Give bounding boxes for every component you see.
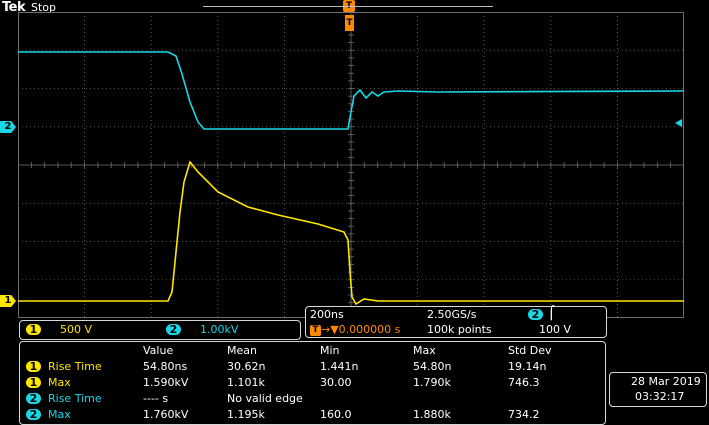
row-mean: 1.101k bbox=[227, 376, 265, 389]
date: 28 Mar 2019 bbox=[631, 375, 701, 388]
row-mean: 30.62n bbox=[227, 360, 266, 373]
measurement-table[interactable]: Value Mean Min Max Std Dev 1 Rise Time 5… bbox=[19, 341, 606, 425]
time: 03:32:17 bbox=[635, 390, 685, 403]
trigger-source-badge[interactable]: 2 bbox=[528, 309, 543, 320]
channel-1-marker-label: 1 bbox=[4, 295, 12, 306]
row-std-dev: 19.14n bbox=[508, 360, 547, 373]
row-min: 30.00 bbox=[320, 376, 352, 389]
header-min: Min bbox=[320, 344, 340, 357]
channel-scale-box[interactable]: 1 500 V 2 1.00kV bbox=[19, 320, 301, 340]
horizontal-position-bar bbox=[203, 6, 493, 7]
row-value: 54.80ns bbox=[143, 360, 188, 373]
row-name: Max bbox=[48, 376, 71, 389]
trigger-level: 100 V bbox=[539, 323, 572, 336]
row-name: Rise Time bbox=[48, 360, 102, 373]
header-max: Max bbox=[413, 344, 436, 357]
header-std-dev: Std Dev bbox=[508, 344, 552, 357]
row-value: ---- s bbox=[143, 392, 169, 405]
sample-rate: 2.50GS/s bbox=[427, 308, 477, 321]
channel-1-scale: 500 V bbox=[60, 323, 93, 336]
row-std-dev: 746.3 bbox=[508, 376, 540, 389]
row-channel-badge: 2 bbox=[26, 393, 41, 404]
channel-1-badge[interactable]: 1 bbox=[26, 324, 41, 335]
row-max: 1.790k bbox=[413, 376, 451, 389]
row-max: 54.80n bbox=[413, 360, 452, 373]
rising-edge-icon: ⌠ bbox=[548, 306, 555, 321]
row-min: 1.441n bbox=[320, 360, 359, 373]
row-mean: 1.195k bbox=[227, 408, 265, 421]
row-channel-badge: 1 bbox=[26, 361, 41, 372]
channel-2-badge[interactable]: 2 bbox=[166, 324, 181, 335]
waveform-display bbox=[18, 12, 684, 318]
trigger-stem-label: T bbox=[346, 18, 353, 28]
channel-1-ground-marker[interactable]: 1 bbox=[0, 295, 16, 307]
channel-2-ground-marker[interactable]: 2 bbox=[0, 121, 16, 133]
channel-2-marker-label: 2 bbox=[4, 121, 12, 132]
record-length: 100k points bbox=[427, 323, 492, 336]
row-channel-badge: 2 bbox=[26, 409, 41, 420]
row-value: 1.760kV bbox=[143, 408, 189, 421]
trigger-position-readout: T →▼0.000000 s bbox=[310, 323, 400, 337]
channel-2-scale: 1.00kV bbox=[200, 323, 239, 336]
row-min: 160.0 bbox=[320, 408, 352, 421]
trigger-icon: T bbox=[310, 325, 321, 336]
row-std-dev: 734.2 bbox=[508, 408, 540, 421]
trigger-level-icon[interactable] bbox=[675, 119, 682, 127]
row-mean: No valid edge bbox=[227, 392, 303, 405]
timebase: 200ns bbox=[310, 308, 344, 321]
header-value: Value bbox=[143, 344, 174, 357]
trigger-position-value: →▼0.000000 s bbox=[321, 323, 401, 336]
row-max: 1.880k bbox=[413, 408, 451, 421]
trigger-marker-stem: T bbox=[345, 15, 354, 31]
row-channel-badge: 1 bbox=[26, 377, 41, 388]
row-name: Rise Time bbox=[48, 392, 102, 405]
acquisition-box[interactable]: 200ns 2.50GS/s 2 ⌠ T →▼0.000000 s 100k po… bbox=[305, 306, 607, 338]
header-mean: Mean bbox=[227, 344, 257, 357]
row-value: 1.590kV bbox=[143, 376, 189, 389]
row-name: Max bbox=[48, 408, 71, 421]
date-time-box[interactable]: 28 Mar 2019 03:32:17 bbox=[609, 372, 707, 407]
